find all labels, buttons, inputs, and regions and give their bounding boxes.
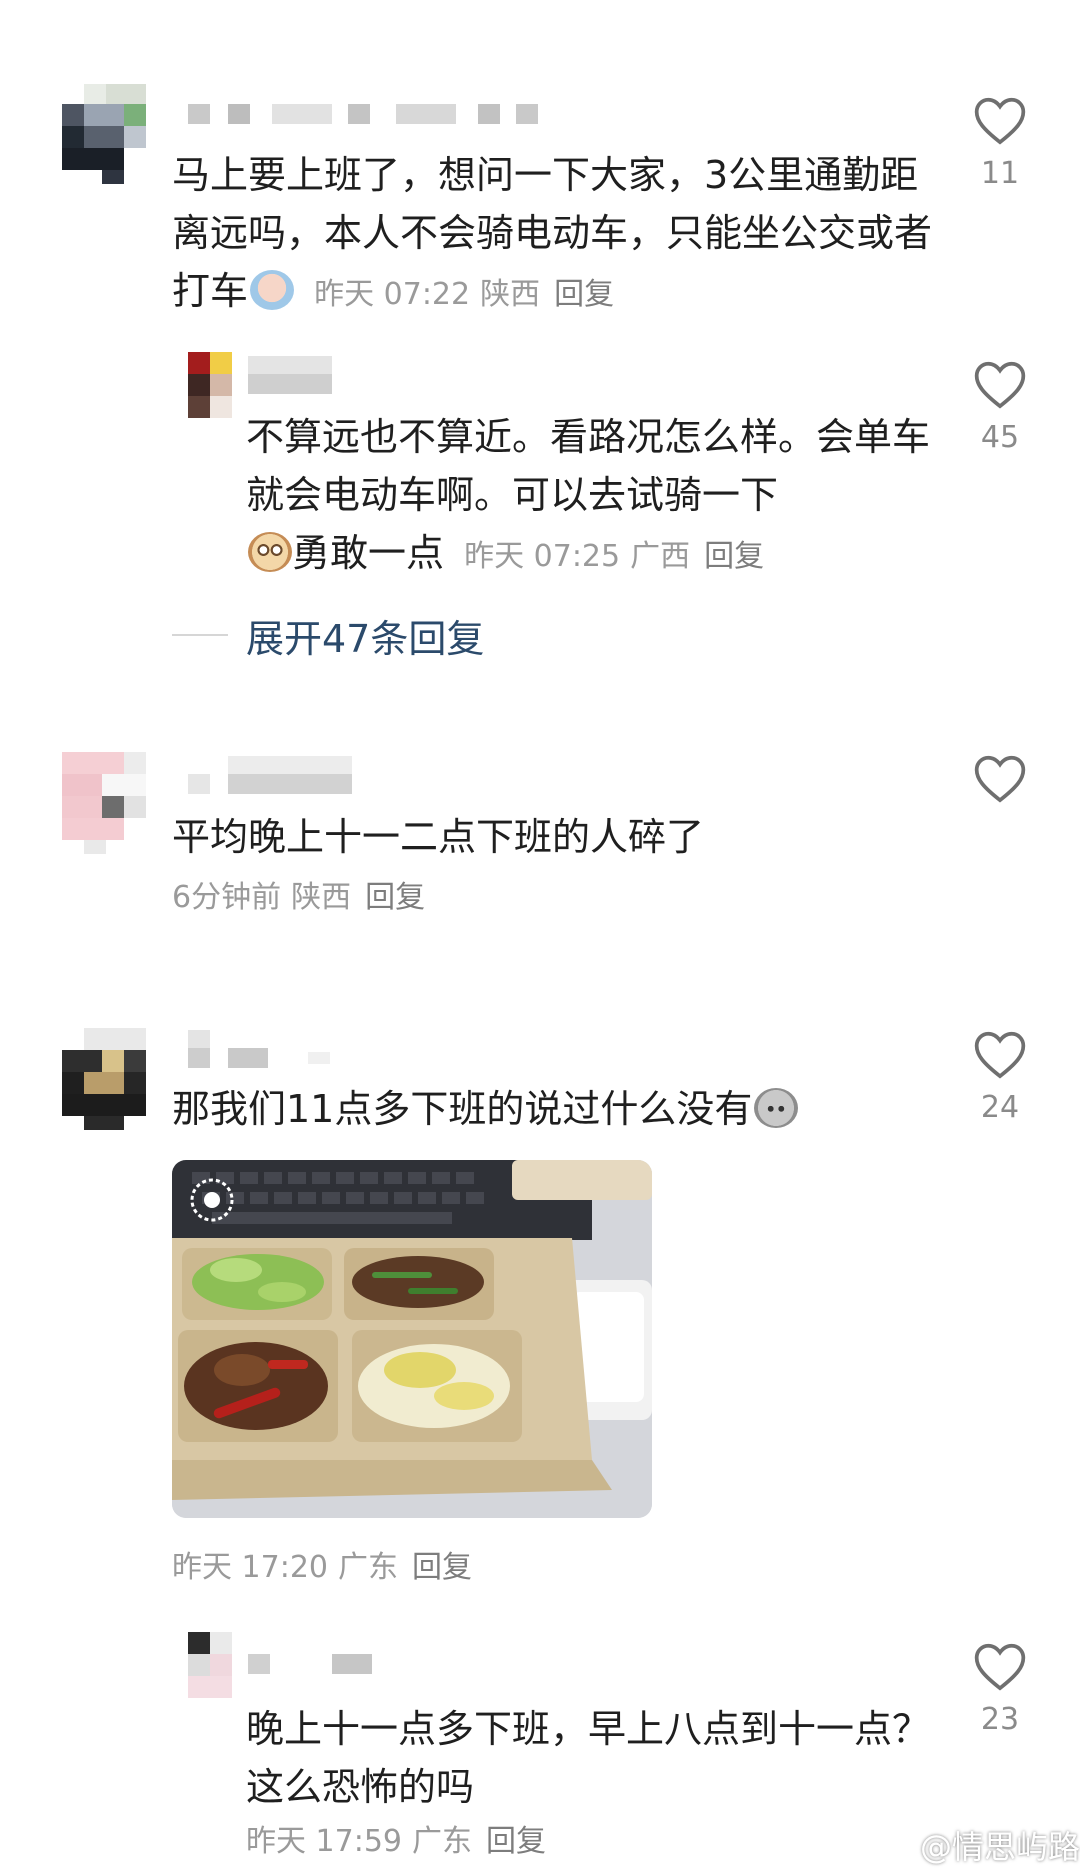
reply-button[interactable]: 回复 (412, 1550, 472, 1585)
expand-replies-label: 展开47条回复 (246, 616, 485, 661)
weibo-logo-icon (881, 1834, 912, 1858)
reply-location: 广东 (412, 1824, 472, 1859)
heart-icon (974, 1031, 1026, 1079)
avatar[interactable] (62, 1028, 146, 1130)
heart-icon (974, 361, 1026, 409)
avatar[interactable] (188, 352, 232, 418)
comment-text: 那我们11点多下班的说过什么没有 (172, 1087, 753, 1131)
like-count: 23 (980, 1702, 1020, 1737)
expand-replies[interactable]: 展开47条回复 (172, 610, 485, 661)
username-blurred[interactable] (188, 1030, 368, 1070)
avatar[interactable] (62, 752, 146, 854)
like-button[interactable] (960, 752, 1040, 814)
reply-text: 不算远也不算近。看路况怎么样。会单车就会电动车啊。可以去试骑一下 (246, 415, 931, 517)
reply-time: 昨天 17:59 (246, 1824, 402, 1859)
reply-meta: 昨天 07:25 广西 回复 (464, 539, 764, 574)
avatar[interactable] (188, 1632, 232, 1698)
reply-button[interactable]: 回复 (486, 1824, 546, 1859)
heart-icon (974, 1643, 1026, 1691)
reply-text-tail: 勇敢一点 (292, 531, 445, 575)
like-button[interactable]: 23 (960, 1640, 1040, 1737)
username-blurred[interactable] (188, 104, 548, 124)
comment-time: 昨天 07:22 (314, 277, 471, 312)
like-button[interactable]: 11 (960, 94, 1040, 191)
username-blurred[interactable] (248, 356, 348, 396)
comment-location: 陕西 (291, 880, 352, 915)
reply-button[interactable]: 回复 (554, 277, 614, 312)
heart-icon (974, 97, 1026, 145)
comment-location: 广东 (338, 1550, 398, 1585)
like-count: 24 (980, 1090, 1020, 1125)
crying-face-emoji (250, 270, 295, 310)
like-button[interactable]: 45 (960, 358, 1040, 455)
reply-text: 晚上十一点多下班，早上八点到十一点？这么恐怖的吗 (246, 1707, 931, 1809)
username-blurred[interactable] (248, 1654, 398, 1674)
comment-meta: 昨天 07:22 陕西 回复 (314, 277, 614, 312)
like-count: 11 (980, 156, 1020, 191)
username-blurred[interactable] (188, 756, 368, 796)
divider (172, 634, 228, 636)
reply-time: 昨天 07:25 (464, 539, 621, 574)
reply-meta: 昨天 17:59 广东 回复 (246, 1822, 546, 1862)
reply-button[interactable]: 回复 (704, 539, 764, 574)
reply-location: 广西 (630, 539, 691, 574)
comment-time: 昨天 17:20 (172, 1550, 328, 1585)
sad-face-emoji (754, 1088, 799, 1128)
like-count: 45 (980, 420, 1020, 455)
heart-icon (974, 755, 1026, 803)
avatar[interactable] (62, 84, 146, 184)
comment-text: 平均晚上十一二点下班的人碎了 (172, 815, 705, 859)
comment-meta: 6分钟前 陕西 回复 (172, 878, 425, 918)
like-button[interactable]: 24 (960, 1028, 1040, 1125)
owl-face-emoji (248, 532, 292, 572)
comment-location: 陕西 (480, 277, 541, 312)
photo-drawing (172, 1160, 652, 1518)
reply-button[interactable]: 回复 (365, 880, 425, 915)
food-lunchbox-photo[interactable] (172, 1160, 652, 1518)
comment-meta: 昨天 17:20 广东 回复 (172, 1548, 472, 1588)
watermark-text: @情思屿路 (920, 1828, 1080, 1866)
comment-time: 6分钟前 (172, 880, 282, 915)
watermark: @情思屿路 (880, 1822, 1080, 1868)
